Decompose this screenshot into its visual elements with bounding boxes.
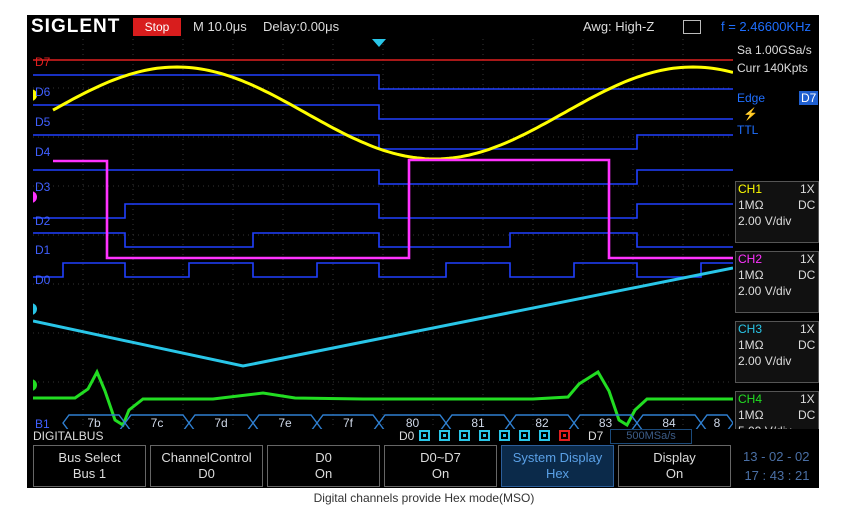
softkey-title: ChannelControl [161,450,252,465]
label-d2: D2 [35,214,51,228]
channel-info-ch2[interactable]: CH2 1X 1MΩ DC 2.00 V/div [735,251,819,313]
label-d4: D4 [35,145,51,159]
ch-coupling: DC [798,268,816,282]
ch-probe: 1X [800,182,815,196]
label-d3: D3 [35,180,51,194]
ch-name: CH3 [738,322,763,336]
digital-channel-toggle[interactable] [439,430,450,441]
softkey-title: D0~D7 [420,450,461,465]
label-d0: D0 [35,273,51,287]
strip-start-label: D0 [399,429,415,443]
channel-info-ch3[interactable]: CH3 1X 1MΩ DC 2.00 V/div [735,321,819,383]
bus-value: 7b [87,416,101,430]
strip-end-label: D7 [588,429,604,443]
bus-value: 82 [535,416,549,430]
ch-impedance: 1MΩ [738,268,764,282]
softkey-1[interactable]: Bus Select Bus 1 [33,445,146,487]
ch-scale: 2.00 V/div [738,354,792,368]
label-d1: D1 [35,243,51,257]
ch-coupling: DC [798,408,816,422]
softkey-title: System Display [512,450,603,465]
digital-channel-toggle[interactable] [539,430,550,441]
softkey-value: Bus 1 [72,466,107,481]
digital-channel-toggle[interactable] [559,430,570,441]
run-stop-indicator[interactable]: Stop [133,18,181,36]
brand-logo: SIGLENT [31,16,121,37]
label-d6: D6 [35,85,51,99]
right-info-panel: Sa 1.00GSa/s Curr 140Kpts Edge D7 ⚡ TTL … [733,39,819,441]
ch-scale: 2.00 V/div [738,284,792,298]
digital-channel-toggle[interactable] [519,430,530,441]
digital-channel-toggle[interactable] [419,430,430,441]
menu-title: DIGITALBUS [33,429,104,443]
softkey-5[interactable]: System Display Hex [501,445,614,487]
bus-value: 7e [278,416,292,430]
figure-caption: Digital channels provide Hex mode(MSO) [313,491,535,505]
bus-value: 7c [151,416,164,430]
input-mode-readout: Awg: High-Z [583,19,655,34]
softkey-3[interactable]: D0 On [267,445,380,487]
bus-value: 8 [714,416,721,430]
delay-readout: Delay:0.00μs [263,19,340,34]
trigger-source: D7 [799,91,819,105]
ch-name: CH1 [738,182,763,196]
pc-connection-icon [683,20,701,34]
waveform-display: D7D6D5D4D3D2D1D0 B1 7b 7c 7d 7e 7f 80 81 82 83 84 8 [33,39,733,431]
ch-scale: 2.00 V/div [738,214,792,228]
digital-channel-toggle[interactable] [499,430,510,441]
softkey-6[interactable]: Display On [618,445,731,487]
bus-value: 83 [599,416,613,430]
digital-sample-rate: 500MSa/s [610,429,692,444]
ch-name: CH2 [738,252,763,266]
ch-coupling: DC [798,198,816,212]
channel-info-ch1[interactable]: CH1 1X 1MΩ DC 2.00 V/div [735,181,819,243]
digital-channel-toggle[interactable] [479,430,490,441]
bus-value: 84 [662,416,676,430]
bus-value: 7d [214,416,227,430]
softkey-menu: DIGITALBUS D0 D7 500MSa/s Bus Select Bus … [27,429,819,488]
softkey-value: On [431,466,450,481]
softkey-title: Bus Select [58,450,121,465]
ch-probe: 1X [800,392,815,406]
digital-channel-toggle[interactable] [459,430,470,441]
status-bar: SIGLENT Stop M 10.0μs Delay:0.00μs Awg: … [27,15,819,39]
bus-value: 81 [471,416,485,430]
ch-impedance: 1MΩ [738,408,764,422]
softkey-title: Display [653,450,696,465]
memory-depth: Curr 140Kpts [737,61,808,75]
softkey-title: D0 [315,450,332,465]
sample-rate: Sa 1.00GSa/s [737,43,812,57]
softkey-value: On [314,466,333,481]
ch-impedance: 1MΩ [738,338,764,352]
oscilloscope-screen: SIGLENT Stop M 10.0μs Delay:0.00μs Awg: … [27,15,819,488]
trigger-slope-icon: ⚡ [743,107,758,121]
ch-name: CH4 [738,392,763,406]
bus-value: 7f [343,416,354,430]
trigger-type: Edge [737,91,766,105]
softkey-value: Hex [545,466,570,481]
digital-channel-strip: D0 D7 [399,429,603,443]
ch-probe: 1X [800,252,815,266]
timebase-readout: M 10.0μs [193,19,247,34]
date-readout: 13 - 02 - 02 [743,449,810,464]
label-d7: D7 [35,55,51,69]
label-d5: D5 [35,115,51,129]
ch-coupling: DC [798,338,816,352]
bus-value: 80 [406,416,420,430]
ch-impedance: 1MΩ [738,198,764,212]
time-readout: 17 : 43 : 21 [744,468,810,483]
ch-probe: 1X [800,322,815,336]
trigger-frequency: f = 2.46600KHz [721,19,811,34]
trigger-level: TTL [737,123,759,137]
softkey-value: On [665,466,684,481]
softkey-4[interactable]: D0~D7 On [384,445,497,487]
softkey-value: D0 [198,466,215,481]
date-time: 13 - 02 - 02 17 : 43 : 21 [743,447,810,485]
softkey-2[interactable]: ChannelControl D0 [150,445,263,487]
